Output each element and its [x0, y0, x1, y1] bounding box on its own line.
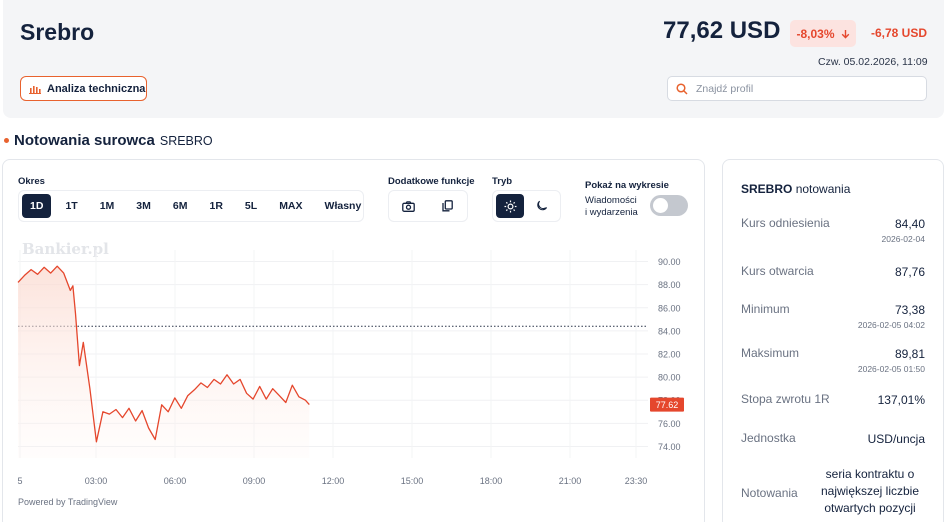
info-row-label: Minimum — [741, 302, 790, 316]
info-title: SREBRO notowania — [741, 182, 850, 196]
info-row-label: Notowania — [741, 486, 798, 500]
info-row-label: Jednostka — [741, 431, 796, 445]
powered-by-tradingview: Powered by TradingView — [18, 497, 118, 507]
y-tick-label: 74.00 — [658, 442, 681, 452]
info-row-label: Kurs otwarcia — [741, 264, 814, 278]
info-row-value: 89,81 — [894, 347, 925, 361]
x-tick-label: 09:00 — [243, 476, 266, 486]
info-row-value: 73,38 — [894, 303, 925, 317]
x-tick-label: 12:00 — [322, 476, 345, 486]
y-tick-label: 88.00 — [658, 280, 681, 290]
info-row-label: Kurs odniesienia — [741, 216, 830, 230]
y-tick-label: 82.00 — [658, 350, 681, 360]
y-tick-label: 86.00 — [658, 303, 681, 313]
x-tick-label: 23:30 — [625, 476, 648, 486]
x-tick-label: 18:00 — [480, 476, 503, 486]
x-tick-label: 21:00 — [559, 476, 582, 486]
x-tick-label: 15:00 — [401, 476, 424, 486]
info-row-label: Stopa zwrotu 1R — [741, 392, 830, 406]
info-row-value: 137,01% — [877, 393, 925, 407]
info-title-symbol: SREBRO — [741, 182, 793, 196]
info-row-value: 84,40 — [894, 217, 925, 231]
price-area-fill — [18, 266, 310, 458]
y-tick-label: 76.00 — [658, 419, 681, 429]
y-tick-label: 80.00 — [658, 373, 681, 383]
info-row-value: USD/uncja — [867, 432, 925, 446]
info-title-text: notowania — [795, 182, 851, 196]
info-row-date: 2026-02-05 04:02 — [857, 320, 925, 330]
info-row-date: 2026-02-04 — [881, 234, 925, 244]
info-row-label: Maksimum — [741, 346, 800, 360]
last-price-label: 77.62 — [656, 400, 679, 410]
info-row-value: 87,76 — [894, 265, 925, 279]
info-row-date: 2026-02-05 01:50 — [857, 364, 925, 374]
info-row-value: seria kontraktu o największej liczbie ot… — [820, 467, 920, 515]
y-tick-label: 84.00 — [658, 326, 681, 336]
quote-info-panel: SREBRO notowania Kurs odniesienia 84,40 20… — [722, 159, 944, 522]
x-tick-label: 5 — [17, 476, 22, 486]
x-tick-label: 03:00 — [85, 476, 108, 486]
x-tick-label: 06:00 — [164, 476, 187, 486]
y-tick-label: 90.00 — [658, 257, 681, 267]
